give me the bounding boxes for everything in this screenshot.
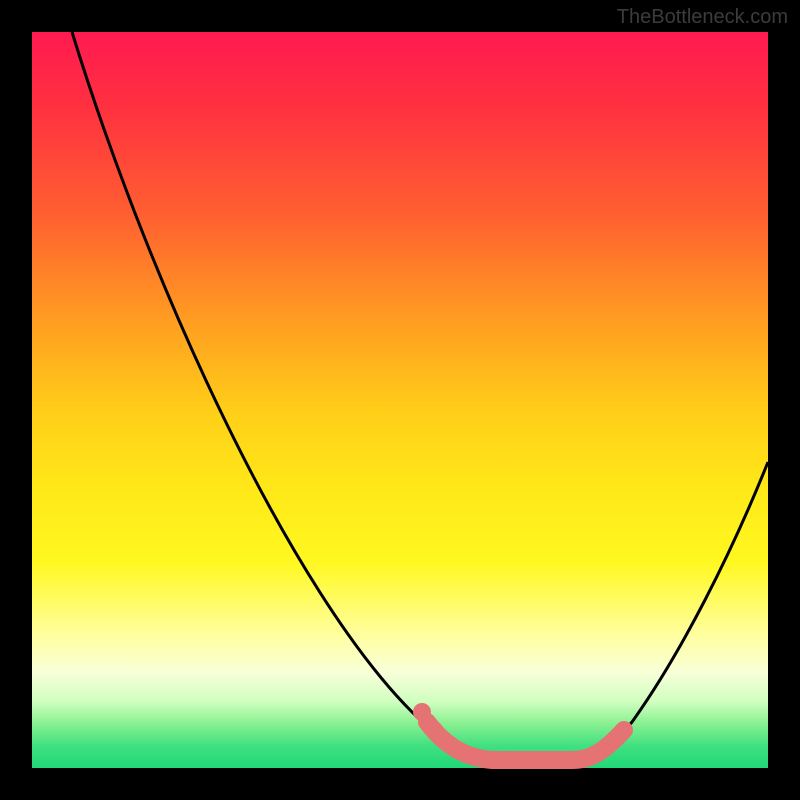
marker-dot-1	[413, 703, 431, 721]
chart-frame: TheBottleneck.com	[0, 0, 800, 800]
bottleneck-curve	[32, 32, 768, 768]
curve-line	[72, 32, 768, 760]
marker-dot-2	[425, 721, 443, 739]
attribution-text: TheBottleneck.com	[617, 6, 788, 29]
optimal-range-marker	[427, 722, 624, 760]
